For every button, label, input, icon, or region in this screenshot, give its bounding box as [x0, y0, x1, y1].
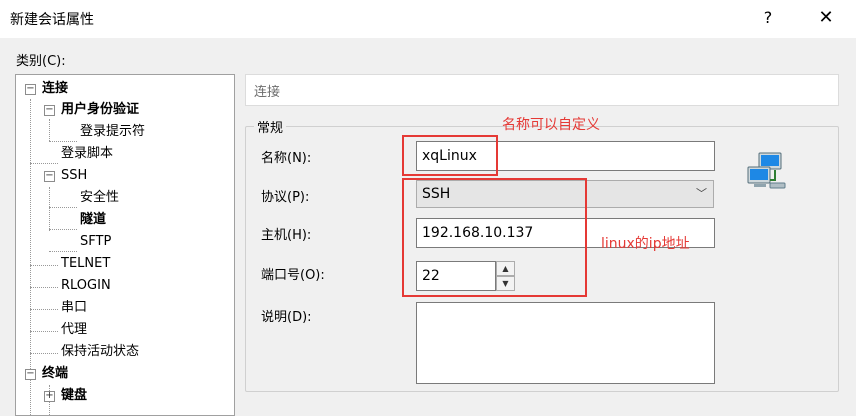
- protocol-label: 协议(P):: [261, 190, 310, 205]
- tree-connector-line: [49, 187, 50, 231]
- port-label: 端口号(O):: [261, 268, 325, 283]
- annotation-box-connection: [402, 178, 587, 297]
- tree-item-ssh[interactable]: SSH: [61, 166, 87, 186]
- tree-item-keep-alive[interactable]: 保持活动状态: [61, 342, 139, 362]
- close-button[interactable]: ✕: [811, 6, 841, 30]
- tree-item-security[interactable]: 安全性: [80, 188, 119, 208]
- tree-item-user-auth[interactable]: 用户身份验证: [61, 100, 139, 120]
- tree-connector-line: [30, 309, 58, 310]
- collapse-icon[interactable]: −: [44, 171, 55, 182]
- annotation-box-name: [402, 135, 498, 176]
- section-header: 连接: [245, 74, 839, 106]
- tree-connector-line: [49, 229, 77, 230]
- section-title: 连接: [254, 85, 281, 100]
- tree-connector-line: [30, 331, 58, 332]
- collapse-icon[interactable]: −: [25, 369, 36, 380]
- tree-connector-line: [30, 353, 58, 354]
- annotation-ip-note: linux的ip地址: [601, 236, 690, 252]
- tree-connector-line: [30, 287, 58, 288]
- tree-connector-line: [30, 265, 58, 266]
- tree-item-serial[interactable]: 串口: [61, 298, 87, 318]
- chevron-down-icon: ﹀: [696, 187, 707, 200]
- tree-item-connection[interactable]: 连接: [42, 79, 68, 99]
- tree-item-keyboard[interactable]: 键盘: [61, 386, 87, 406]
- window-title: 新建会话属性: [10, 12, 94, 28]
- tree-item-terminal[interactable]: 终端: [42, 364, 68, 384]
- tree-connector-line: [49, 251, 77, 252]
- host-label: 主机(H):: [261, 228, 312, 243]
- expand-icon[interactable]: +: [44, 391, 55, 402]
- tree-connector-line: [49, 207, 77, 208]
- tree-item-login-script[interactable]: 登录脚本: [61, 144, 113, 164]
- tree-item-telnet[interactable]: TELNET: [61, 254, 110, 274]
- collapse-icon[interactable]: −: [44, 105, 55, 116]
- help-button[interactable]: ?: [753, 6, 783, 30]
- tree-item-proxy[interactable]: 代理: [61, 320, 87, 340]
- category-tree[interactable]: − − − − + 连接 用户身份验证 登录提示符 登录脚本 SSH 安全性 隧…: [15, 74, 235, 416]
- group-title: 常规: [254, 117, 287, 136]
- network-computers-icon: [747, 152, 786, 189]
- title-bar: 新建会话属性 ? ✕: [0, 0, 856, 38]
- tree-connector-line: [30, 163, 58, 164]
- tree-item-sftp[interactable]: SFTP: [80, 232, 111, 252]
- annotation-name-note: 名称可以自定义: [502, 117, 600, 133]
- description-textarea[interactable]: [416, 302, 715, 384]
- description-label: 说明(D):: [261, 310, 312, 325]
- category-label: 类别(C):: [16, 54, 66, 69]
- tree-item-tunneling[interactable]: 隧道: [80, 210, 106, 230]
- name-label: 名称(N):: [261, 151, 312, 166]
- collapse-icon[interactable]: −: [25, 84, 36, 95]
- tree-item-login-prompts[interactable]: 登录提示符: [80, 122, 145, 142]
- tree-connector-line: [49, 119, 50, 141]
- tree-item-rlogin[interactable]: RLOGIN: [61, 276, 111, 296]
- tree-connector-line: [49, 141, 77, 142]
